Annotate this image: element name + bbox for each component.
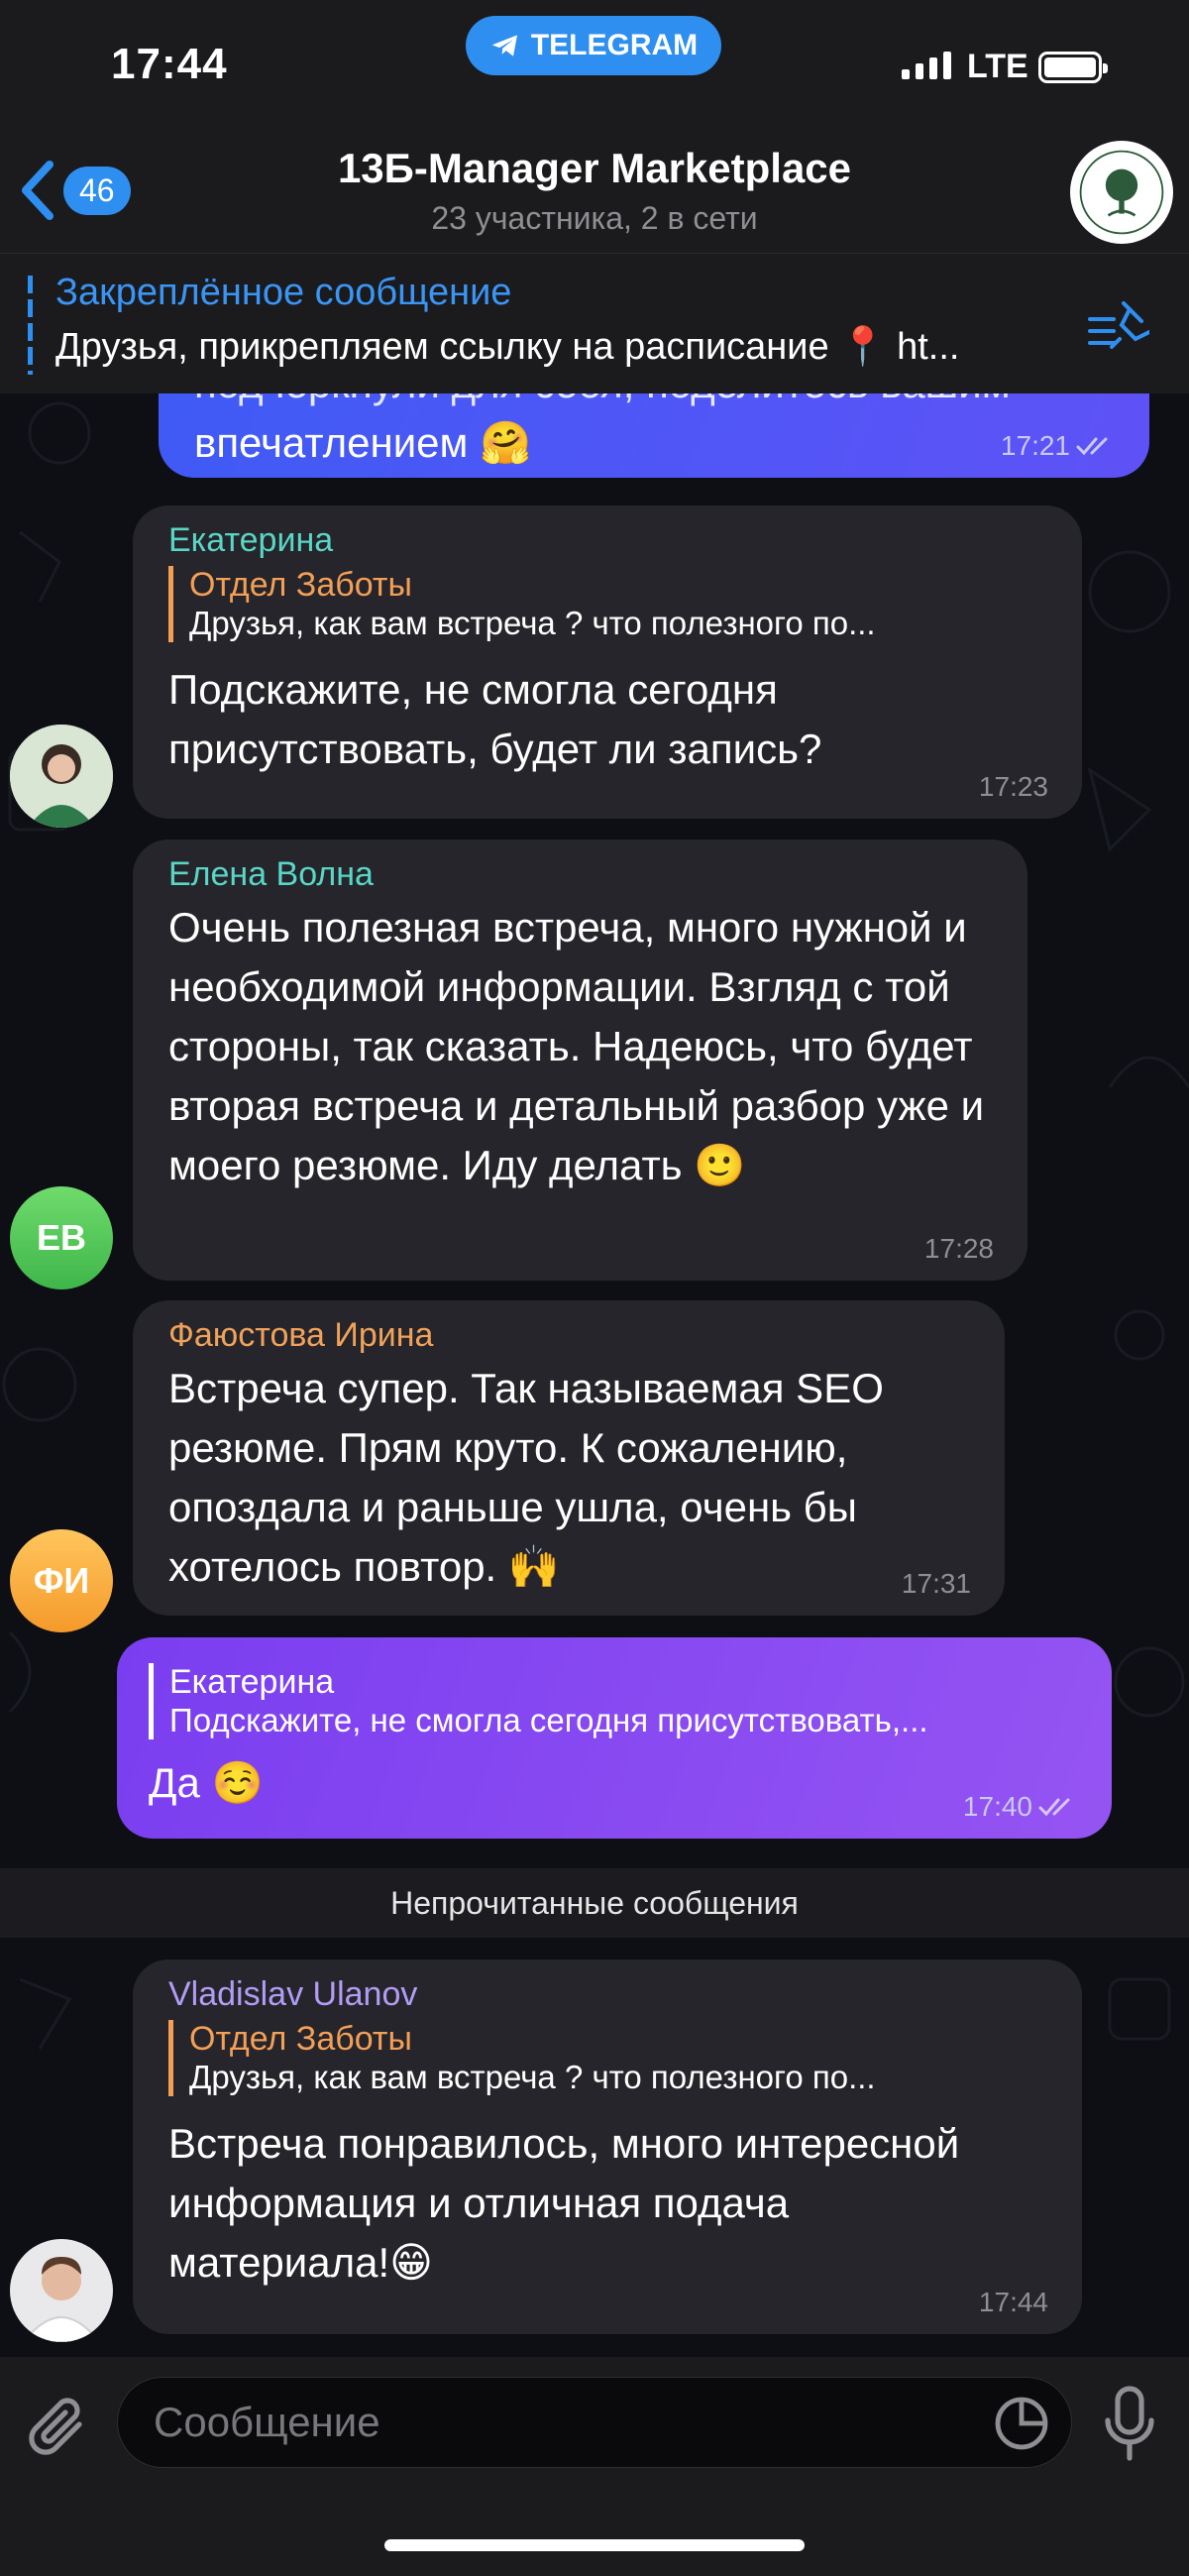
avatar-irina[interactable]: ФИ [10,1529,113,1632]
pin-list-icon[interactable] [1086,295,1149,355]
reply-text: Друзья, как вам встреча ? что полезного … [189,2059,876,2095]
chat-subtitle: 23 участника, 2 в сети [431,200,758,236]
incoming-message[interactable]: Екатерина Отдел Заботы Друзья, как вам в… [133,505,1082,819]
message-meta: 17:31 [902,1568,971,1600]
reply-author: Отдел Заботы [189,566,412,604]
message-time: 17:44 [978,2287,1048,2317]
outgoing-message[interactable]: подчеркнули для себя, поделитесь вашим в… [159,393,1149,478]
telegram-icon [491,35,517,56]
user-photo-icon [10,2239,113,2342]
home-indicator[interactable] [384,2539,805,2551]
status-bar: 17:44 TELEGRAM LTE [0,0,1189,139]
reply-text: Друзья, как вам встреча ? что полезного … [189,605,876,641]
message-text: Встреча супер. Так называемая SEO резюме… [168,1365,884,1590]
network-type: LTE [967,48,1028,85]
avatar-ekaterina[interactable] [10,725,113,828]
tree-logo-icon [1079,150,1164,235]
avatar-initials: ФИ [33,1560,90,1601]
sticker-icon[interactable] [992,2394,1051,2453]
sender-name[interactable]: Vladislav Ulanov [168,1975,1046,2014]
message-time: 17:40 [962,1791,1032,1822]
status-time: 17:44 [111,40,228,88]
reply-quote[interactable]: Отдел Заботы Друзья, как вам встреча ? ч… [168,566,1046,642]
message-text: Да ☺️ [149,1759,264,1806]
avatar-initials: ЕВ [36,1217,86,1258]
message-time: 17:28 [923,1233,994,1264]
message-time: 17:31 [901,1568,971,1599]
pinned-message-bar[interactable]: Закреплённое сообщение Друзья, прикрепля… [0,253,1189,393]
sender-name[interactable]: Екатерина [168,521,1046,560]
reply-text: Подскажите, не смогла сегодня присутство… [169,1702,928,1738]
message-field[interactable] [117,2377,1072,2468]
outgoing-message[interactable]: Екатерина Подскажите, не смогла сегодня … [117,1637,1112,1839]
reply-author: Отдел Заботы [189,2020,412,2058]
pinned-label: Закреплённое сообщение [55,272,512,313]
sender-name[interactable]: Елена Волна [168,855,992,894]
avatar-elena[interactable]: ЕВ [10,1186,113,1289]
telegram-app-pill[interactable]: TELEGRAM [466,16,721,75]
pinned-text: Друзья, прикрепляем ссылку на расписание… [55,326,960,368]
message-meta: 17:40 [963,1791,1078,1823]
message-meta: 17:28 [924,1233,994,1265]
message-text: Встреча понравилось, много интересной ин… [168,2120,960,2286]
message-meta: 17:21 [1001,430,1116,462]
attach-icon[interactable] [28,2393,91,2468]
message-time: 17:21 [1000,430,1070,461]
incoming-message[interactable]: Елена Волна Очень полезная встреча, мног… [133,840,1027,1281]
double-check-icon [1038,1798,1070,1817]
reply-quote[interactable]: Отдел Заботы Друзья, как вам встреча ? ч… [168,2020,1046,2096]
message-input[interactable] [154,2378,966,2467]
sender-name[interactable]: Фаюстова Ирина [168,1316,969,1355]
user-photo-icon [10,725,113,828]
app-pill-label: TELEGRAM [530,29,699,61]
group-avatar-logo[interactable] [1070,141,1173,244]
incoming-message[interactable]: Vladislav Ulanov Отдел Заботы Друзья, ка… [133,1960,1082,2334]
message-text: Очень полезная встреча, много нужной и н… [168,904,985,1188]
mic-icon[interactable] [1100,2385,1159,2464]
chat-title[interactable]: 13Б-Manager Marketplace [0,145,1189,192]
chat-header: 46 13Б-Manager Marketplace 23 участника,… [0,139,1189,253]
chat-area[interactable]: подчеркнули для себя, поделитесь вашим в… [0,393,1189,2357]
message-partial-line: подчеркнули для себя, поделитесь вашим [194,393,1114,413]
message-text: Подскажите, не смогла сегодня присутство… [168,666,822,772]
reply-quote[interactable]: Екатерина Подскажите, не смогла сегодня … [149,1663,1076,1739]
double-check-icon [1076,437,1108,456]
pinned-indicator [28,276,33,375]
message-text: впечатлением 🤗 [194,419,532,466]
signal-icon [902,52,951,79]
message-meta: 17:44 [979,2287,1048,2318]
message-time: 17:23 [978,771,1048,802]
message-meta: 17:23 [979,771,1048,803]
incoming-message[interactable]: Фаюстова Ирина Встреча супер. Так называ… [133,1300,1005,1616]
reply-author: Екатерина [169,1663,335,1701]
unread-divider: Непрочитанные сообщения [0,1868,1189,1938]
battery-icon [1038,52,1108,83]
avatar-vladislav[interactable] [10,2239,113,2342]
